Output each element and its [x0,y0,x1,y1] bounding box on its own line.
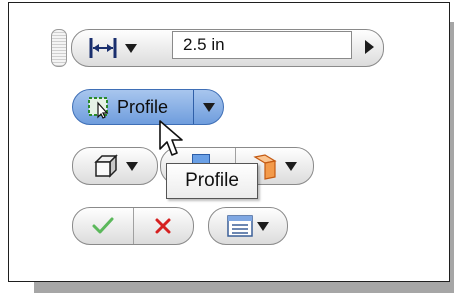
profile-button-label: Profile [117,96,169,117]
horizontal-dimension-icon [89,38,117,58]
ok-button[interactable] [73,208,133,244]
ok-cancel-group [72,207,194,245]
chevron-down-icon [257,221,269,231]
cancel-button[interactable] [133,208,193,244]
dimension-type-segment[interactable] [72,30,152,66]
chevron-down-icon [285,161,298,171]
mouse-pointer-icon [159,120,183,156]
profile-select-icon [88,97,109,119]
x-icon [155,218,171,234]
solid-box-icon [94,154,118,178]
frame-shadow-bottom [34,281,454,293]
drag-grip-handle[interactable] [51,29,67,67]
chevron-down-icon [125,43,137,53]
solid-output-segment[interactable] [73,148,157,184]
accept-value-button[interactable] [356,29,382,65]
profile-dropdown-segment[interactable] [194,90,223,124]
options-list-icon [227,215,253,237]
options-segment[interactable] [209,208,287,244]
output-solid-dropdown[interactable] [72,147,158,185]
chevron-down-icon [126,161,138,171]
profile-tooltip: Profile [166,163,258,199]
checkmark-icon [92,217,114,234]
options-dropdown[interactable] [208,207,288,245]
dimension-value-input[interactable]: 2.5 in [172,31,352,59]
chevron-down-icon [202,102,215,112]
profile-button[interactable]: Profile [72,89,224,125]
play-arrow-icon [364,40,374,54]
